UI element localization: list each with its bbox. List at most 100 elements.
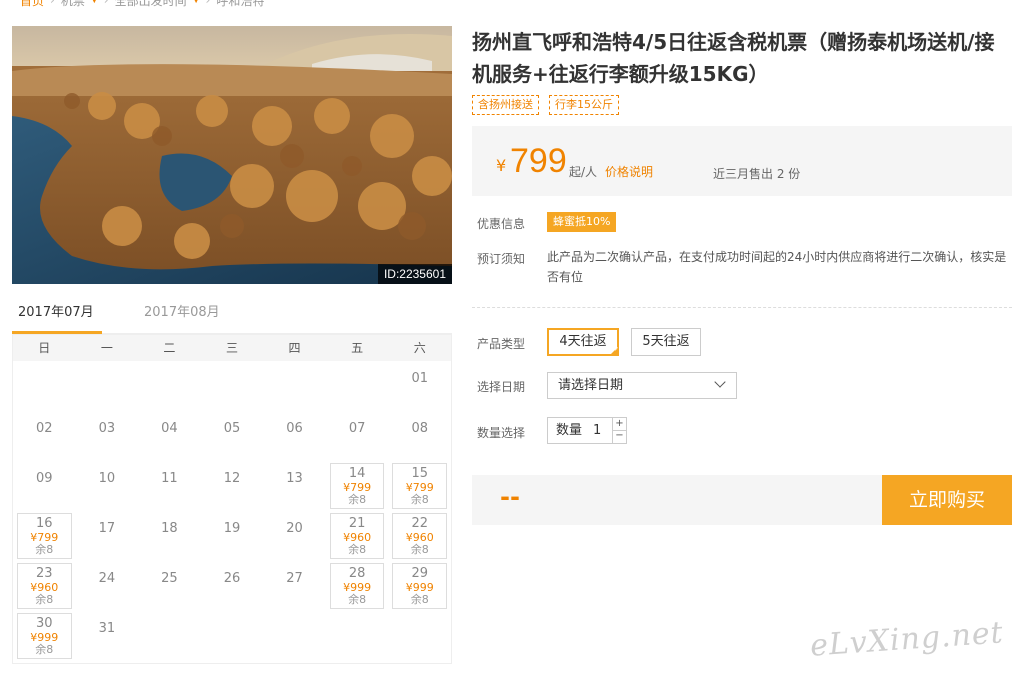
calendar-day-number: 21 — [348, 516, 366, 531]
promo-badge: 蜂蜜抵10% — [547, 212, 617, 232]
calendar-day-number: 14 — [348, 466, 366, 481]
calendar-day — [138, 611, 201, 661]
calendar-day-stock: 余8 — [348, 543, 367, 556]
calendar-day-number: 26 — [223, 571, 241, 586]
calendar-day-box: 16 ¥799 余8 — [17, 513, 72, 559]
calendar-day-number: 19 — [223, 521, 241, 536]
calendar-day-number: 28 — [348, 566, 366, 581]
calendar-day-available[interactable]: 23 ¥960 余8 — [13, 561, 76, 611]
price-explanation-link[interactable]: 价格说明 — [605, 163, 653, 180]
calendar-day: 04 — [138, 411, 201, 461]
date-select[interactable]: 请选择日期 — [547, 372, 737, 399]
total-price: -- — [500, 483, 520, 511]
calendar-day-box: 07 — [330, 413, 385, 459]
quantity-stepper: 数量 1 + − — [547, 417, 627, 444]
weekday-label: 五 — [351, 341, 364, 355]
calendar-grid: 01 02 03 04 05 06 07 08 09 10 11 12 13 14 ¥799 余8 15 ¥799… — [13, 361, 451, 661]
quantity-decrease-button[interactable]: − — [612, 430, 626, 443]
option-label: 4天往返 — [559, 334, 607, 349]
calendar-day-box — [267, 363, 322, 409]
product-type-label: 产品类型 — [477, 337, 526, 351]
caret-down-icon: ▼ — [192, 0, 200, 5]
calendar-day: 01 — [388, 361, 451, 411]
calendar-day: 24 — [76, 561, 139, 611]
calendar-day-number: 25 — [161, 571, 178, 586]
calendar-day-number: 01 — [411, 371, 428, 386]
calendar-day: 05 — [201, 411, 264, 461]
calendar-day-available[interactable]: 15 ¥799 余8 — [388, 461, 451, 511]
calendar-day — [138, 361, 201, 411]
breadcrumb-home[interactable]: 首页 — [20, 0, 44, 9]
calendar-day: 07 — [326, 411, 389, 461]
calendar-day-number: 29 — [411, 566, 428, 581]
calendar-day-stock: 余8 — [35, 593, 54, 606]
calendar-day-number: 08 — [411, 421, 428, 436]
calendar-day-stock: 余8 — [35, 543, 54, 556]
calendar-day-box — [267, 613, 322, 659]
calendar-day-box: 21 ¥960 余8 — [329, 513, 385, 559]
promo-label: 优惠信息 — [477, 217, 526, 231]
calendar-day — [326, 611, 389, 661]
breadcrumb-item-flight[interactable]: 机票 — [61, 0, 85, 9]
calendar-day-box — [330, 363, 385, 409]
breadcrumb-item-destination: 呼和浩特 — [216, 0, 265, 8]
calendar-day-box: 31 — [80, 613, 135, 659]
calendar-day: 31 — [76, 611, 139, 661]
site-watermark: eLvXing.net — [809, 615, 1005, 664]
calendar-day-number: 16 — [36, 516, 53, 531]
calendar-day-box: 26 — [205, 563, 260, 609]
calendar-day-number: 02 — [36, 421, 53, 436]
date-select-value: 请选择日期 — [558, 378, 624, 393]
calendar-day-available[interactable]: 21 ¥960 余8 — [326, 511, 389, 561]
calendar-day: 09 — [13, 461, 76, 511]
date-label: 选择日期 — [477, 380, 526, 394]
calendar-day-box: 04 — [142, 413, 197, 459]
calendar-day-stock: 余8 — [35, 643, 54, 656]
calendar-day-available[interactable]: 30 ¥999 余8 — [13, 611, 76, 661]
calendar-day-box: 27 — [267, 563, 322, 609]
calendar-day-box: 29 ¥999 余8 — [392, 563, 447, 609]
buy-now-button[interactable]: 立即购买 — [882, 475, 1012, 525]
calendar-day-box — [330, 613, 385, 659]
image-id-label: ID:2235601 — [377, 264, 452, 284]
calendar-day-box — [142, 613, 197, 659]
calendar-day-number: 22 — [411, 516, 428, 531]
calendar-day-number: 24 — [98, 571, 116, 586]
calendar-day: 11 — [138, 461, 201, 511]
divider — [472, 307, 1012, 308]
calendar-day-number: 05 — [223, 421, 241, 436]
calendar-day-available[interactable]: 29 ¥999 余8 — [388, 561, 451, 611]
calendar-day-box — [205, 363, 260, 409]
tab-month-july[interactable]: 2017年07月 — [12, 300, 102, 334]
tag-pickup: 含扬州接送 — [472, 95, 539, 115]
calendar-day-available[interactable]: 28 ¥999 余8 — [326, 561, 389, 611]
calendar-day-stock: 余8 — [410, 593, 429, 606]
calendar-day-box: 03 — [80, 413, 135, 459]
calendar-day-number: 20 — [286, 521, 303, 536]
calendar-day: 25 — [138, 561, 201, 611]
calendar-day: 26 — [201, 561, 264, 611]
calendar-day-number: 17 — [98, 521, 116, 536]
price-calendar: 日 一 二 三 四 五 六 01 02 03 04 05 06 07 08 09 10 11 12 13… — [12, 334, 452, 664]
option-4-day-round-trip[interactable]: 4天往返 — [547, 328, 619, 356]
price-amount: 799 — [510, 142, 567, 180]
option-5-day-round-trip[interactable]: 5天往返 — [631, 328, 701, 356]
calendar-day: 12 — [201, 461, 264, 511]
calendar-day — [201, 611, 264, 661]
breadcrumb-separator-icon: › — [205, 0, 211, 7]
calendar-day-box — [17, 363, 72, 409]
calendar-day-stock: 余8 — [410, 493, 429, 506]
calendar-day — [326, 361, 389, 411]
notice-label: 预订须知 — [477, 252, 526, 266]
calendar-day-box: 12 — [205, 463, 260, 509]
tab-month-august[interactable]: 2017年08月 — [144, 300, 234, 334]
breadcrumb-item-departure-time[interactable]: 全部出发时间 — [115, 0, 187, 9]
calendar-day-available[interactable]: 16 ¥799 余8 — [13, 511, 76, 561]
quantity-value[interactable]: 1 — [593, 418, 601, 443]
calendar-day-available[interactable]: 22 ¥960 余8 — [388, 511, 451, 561]
calendar-day-box: 19 — [205, 513, 260, 559]
calendar-day-number: 23 — [36, 566, 53, 581]
calendar-day-available[interactable]: 14 ¥799 余8 — [326, 461, 389, 511]
calendar-day-box: 11 — [142, 463, 197, 509]
quantity-field-label: 数量 — [556, 423, 583, 438]
